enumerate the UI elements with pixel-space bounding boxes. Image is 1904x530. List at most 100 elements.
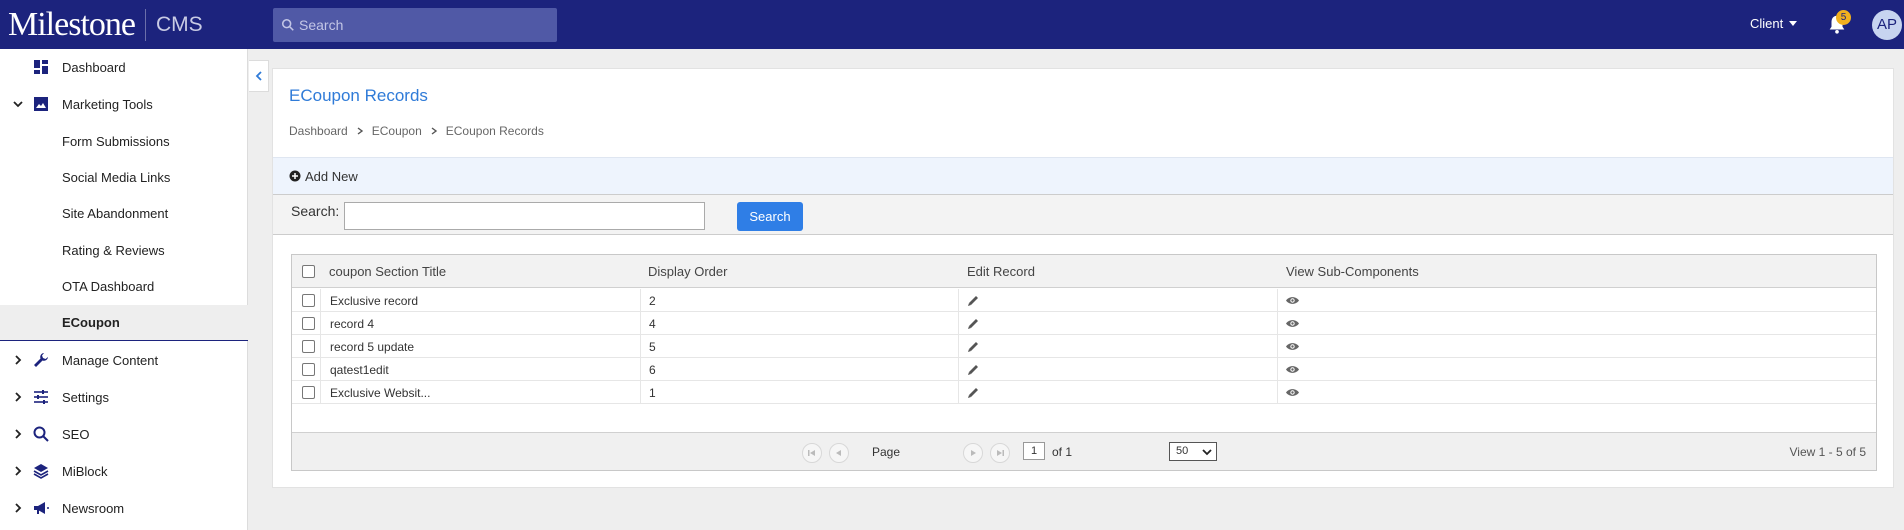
- add-new-button[interactable]: Add New: [289, 169, 358, 184]
- cell-divider: [640, 312, 641, 335]
- eye-icon[interactable]: [1285, 339, 1300, 354]
- logo[interactable]: Milestone CMS: [8, 6, 203, 44]
- wrench-icon: [34, 353, 48, 367]
- chevron-right-icon: [15, 392, 22, 402]
- sidebar-item-label: OTA Dashboard: [62, 278, 155, 294]
- chevron-right-icon: [357, 127, 363, 135]
- sidebar-item-manage-content[interactable]: Manage Content: [0, 342, 248, 378]
- chevron-down-icon: [13, 101, 23, 108]
- cell-divider: [958, 289, 959, 312]
- first-page-button[interactable]: [802, 443, 822, 463]
- row-checkbox[interactable]: [302, 294, 315, 307]
- pencil-icon[interactable]: [966, 316, 981, 331]
- cell-display-order: 4: [649, 317, 656, 331]
- sidebar-item-label: Newsroom: [62, 500, 125, 516]
- next-page-button[interactable]: [963, 443, 983, 463]
- table-row: record 5 update 5: [292, 335, 1876, 358]
- page-total-label: of 1: [1052, 445, 1073, 459]
- cell-display-order: 5: [649, 340, 656, 354]
- first-page-icon: [808, 450, 815, 456]
- sidebar-item-seo[interactable]: SEO: [0, 416, 248, 452]
- prev-page-icon: [836, 450, 841, 456]
- column-header-display-order[interactable]: Display Order: [648, 264, 727, 279]
- toolbar: Add New: [273, 157, 1893, 194]
- column-header-title[interactable]: coupon Section Title: [329, 264, 446, 279]
- pencil-icon[interactable]: [966, 339, 981, 354]
- sidebar-item-label: Form Submissions: [62, 133, 170, 149]
- sidebar-item-label: Manage Content: [62, 352, 159, 368]
- table-row: Exclusive record 2: [292, 289, 1876, 312]
- caret-down-icon: [1789, 21, 1798, 26]
- record-count: View 1 - 5 of 5: [1789, 445, 1867, 459]
- sidebar-collapse-button[interactable]: [249, 60, 269, 92]
- eye-icon[interactable]: [1285, 293, 1300, 308]
- cell-divider: [320, 358, 321, 381]
- row-checkbox[interactable]: [302, 317, 315, 330]
- sidebar-item-miblock[interactable]: MiBlock: [0, 453, 248, 489]
- eye-icon[interactable]: [1285, 362, 1300, 377]
- sidebar-item-settings[interactable]: Settings: [0, 379, 248, 415]
- sidebar-item-ota-dashboard[interactable]: OTA Dashboard: [0, 268, 248, 304]
- row-checkbox[interactable]: [302, 363, 315, 376]
- page-size-value: 50: [1176, 445, 1189, 457]
- breadcrumb-dashboard[interactable]: Dashboard: [289, 124, 348, 138]
- sidebar-item-label: Dashboard: [62, 59, 126, 75]
- sidebar-item-social-media-links[interactable]: Social Media Links: [0, 159, 248, 195]
- cell-divider: [320, 381, 321, 404]
- search-label: Search:: [291, 203, 340, 219]
- cell-divider: [1277, 289, 1278, 312]
- last-page-button[interactable]: [990, 443, 1010, 463]
- sidebar-item-site-abandonment[interactable]: Site Abandonment: [0, 195, 248, 231]
- row-checkbox[interactable]: [302, 340, 315, 353]
- sidebar-item-marketing-tools[interactable]: Marketing Tools: [0, 86, 248, 122]
- cell-divider: [1277, 335, 1278, 358]
- megaphone-icon: [34, 502, 49, 514]
- cell-title: Exclusive record: [330, 294, 419, 308]
- sidebar-item-dashboard[interactable]: Dashboard: [0, 49, 248, 85]
- cell-title: record 4: [330, 317, 375, 331]
- chevron-right-icon: [431, 127, 437, 135]
- table-row: record 4 4: [292, 312, 1876, 335]
- page-number-input[interactable]: 1: [1023, 442, 1045, 460]
- search-input[interactable]: [344, 202, 705, 230]
- column-header-view-sub-components[interactable]: View Sub-Components: [1286, 264, 1419, 279]
- search-button[interactable]: Search: [737, 202, 803, 231]
- product-name: CMS: [155, 13, 203, 36]
- sidebar-item-label: ECoupon: [62, 315, 120, 330]
- sidebar-item-rating-reviews[interactable]: Rating & Reviews: [0, 232, 248, 268]
- sidebar: Dashboard Marketing Tools Form Submissio…: [0, 49, 248, 530]
- chevron-right-icon: [15, 503, 22, 513]
- sidebar-item-label: Social Media Links: [62, 169, 171, 185]
- client-dropdown[interactable]: Client: [1750, 16, 1798, 31]
- column-header-edit-record[interactable]: Edit Record: [967, 264, 1035, 279]
- sidebar-item-label: Marketing Tools: [62, 96, 153, 112]
- plus-circle-icon: [289, 170, 301, 182]
- prev-page-button[interactable]: [829, 443, 849, 463]
- client-label: Client: [1750, 16, 1784, 31]
- page-size-select[interactable]: 50: [1169, 442, 1217, 461]
- breadcrumb-ecoupon[interactable]: ECoupon: [372, 124, 422, 138]
- sidebar-item-newsroom[interactable]: Newsroom: [0, 490, 248, 526]
- sidebar-item-label: Settings: [62, 389, 109, 405]
- pencil-icon[interactable]: [966, 385, 981, 400]
- dashboard-icon: [34, 60, 48, 74]
- sidebar-item-ecoupon[interactable]: ECoupon: [0, 305, 248, 341]
- global-search-input[interactable]: [299, 17, 549, 33]
- sliders-icon: [34, 390, 48, 404]
- chevron-right-icon: [15, 466, 22, 476]
- chevron-right-icon: [15, 429, 22, 439]
- breadcrumb-current: ECoupon Records: [445, 124, 544, 138]
- logo-text: Milestone: [8, 6, 136, 43]
- select-all-checkbox[interactable]: [302, 265, 315, 278]
- row-checkbox[interactable]: [302, 386, 315, 399]
- cell-divider: [1277, 358, 1278, 381]
- last-page-icon: [997, 450, 1004, 456]
- sidebar-item-form-submissions[interactable]: Form Submissions: [0, 123, 248, 159]
- eye-icon[interactable]: [1285, 316, 1300, 331]
- eye-icon[interactable]: [1285, 385, 1300, 400]
- cell-divider: [640, 335, 641, 358]
- pencil-icon[interactable]: [966, 362, 981, 377]
- avatar[interactable]: AP: [1872, 10, 1902, 40]
- pencil-icon[interactable]: [966, 293, 981, 308]
- cell-display-order: 2: [649, 294, 656, 308]
